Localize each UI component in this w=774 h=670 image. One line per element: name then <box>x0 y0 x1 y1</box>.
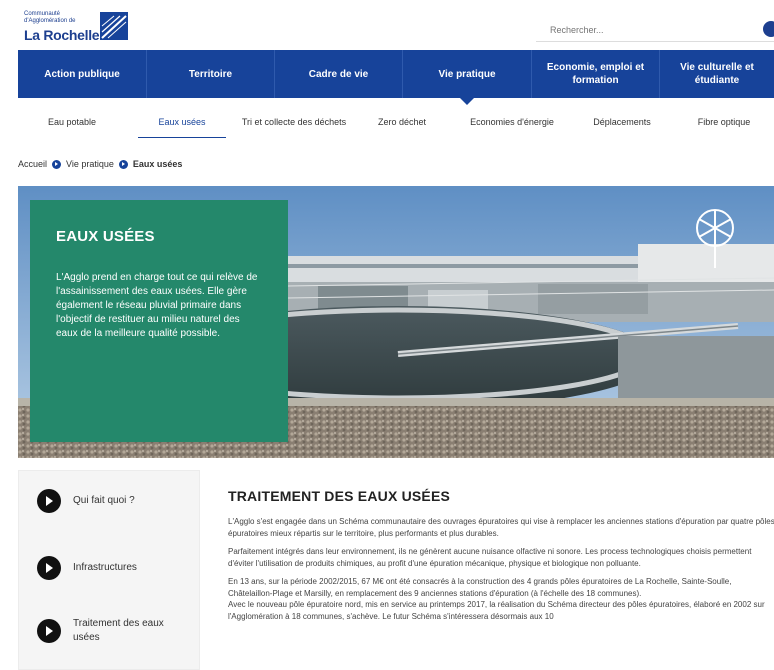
search-input[interactable] <box>536 19 736 41</box>
breadcrumb-separator-icon <box>118 159 128 169</box>
side-menu-item-traitement-eaux-usees[interactable]: Traitement des eaux usées <box>19 617 201 645</box>
search-bar <box>536 18 774 42</box>
subnav-item-economies-energie[interactable]: Economies d'énergie <box>454 104 570 140</box>
subnav-item-deplacements[interactable]: Déplacements <box>570 104 674 140</box>
hero-intro-text: L'Agglo prend en charge tout ce qui relè… <box>56 272 258 339</box>
nav-item-action-publique[interactable]: Action publique <box>18 50 147 98</box>
site-logo[interactable]: Communauté d'Agglomération de La Rochell… <box>18 8 138 44</box>
arrow-right-circle-icon <box>37 619 61 643</box>
breadcrumb: Accueil Vie pratique Eaux usées <box>18 157 182 171</box>
site-header: Communauté d'Agglomération de La Rochell… <box>0 0 774 50</box>
side-menu-item-qui-fait-quoi[interactable]: Qui fait quoi ? <box>19 489 201 513</box>
side-menu-item-label: Traitement des eaux usées <box>73 618 164 643</box>
nav-item-vie-culturelle-etudiante[interactable]: Vie culturelle et étudiante <box>660 50 774 98</box>
search-button[interactable] <box>763 21 774 37</box>
side-menu-item-label: Infrastructures <box>73 562 137 573</box>
breadcrumb-section[interactable]: Vie pratique <box>66 159 114 169</box>
logo-line-3: La Rochelle <box>24 27 100 43</box>
subnav-item-eau-potable[interactable]: Eau potable <box>18 104 126 140</box>
nav-item-economie-emploi-formation[interactable]: Economie, emploi et formation <box>532 50 660 98</box>
arrow-right-circle-icon <box>37 556 61 580</box>
logo-line-1: Communauté <box>24 11 61 17</box>
page-title: EAUX USÉES <box>56 228 155 245</box>
logo-line-2: d'Agglomération de <box>24 18 76 24</box>
content-paragraph-4: Avec le nouveau pôle épuratoire nord, mi… <box>228 600 765 621</box>
subnav-item-tri-collecte-dechets[interactable]: Tri et collecte des déchets <box>238 104 350 140</box>
logo-mark-icon <box>100 12 128 40</box>
subnav-item-fibre-optique[interactable]: Fibre optique <box>674 104 774 140</box>
sub-navigation: Eau potable Eaux usées Tri et collecte d… <box>18 104 774 140</box>
nav-item-cadre-de-vie[interactable]: Cadre de vie <box>275 50 403 98</box>
nav-item-territoire[interactable]: Territoire <box>147 50 275 98</box>
side-menu-item-infrastructures[interactable]: Infrastructures <box>19 556 201 580</box>
content-paragraph-1: L'Agglo s'est engagée dans un Schéma com… <box>228 517 774 538</box>
breadcrumb-separator-icon <box>52 159 62 169</box>
breadcrumb-current: Eaux usées <box>132 159 183 169</box>
subnav-item-eaux-usees[interactable]: Eaux usées <box>126 104 238 140</box>
subnav-item-zero-dechet[interactable]: Zero déchet <box>350 104 454 140</box>
side-menu: Qui fait quoi ? Infrastructures Traiteme… <box>18 470 200 670</box>
side-menu-item-label: Qui fait quoi ? <box>73 495 135 506</box>
section-title: TRAITEMENT DES EAUX USÉES <box>228 488 451 504</box>
hero-card: EAUX USÉES L'Agglo prend en charge tout … <box>30 200 288 442</box>
main-navigation: Action publique Territoire Cadre de vie … <box>18 50 774 105</box>
breadcrumb-home[interactable]: Accueil <box>18 159 47 169</box>
arrow-right-circle-icon <box>37 489 61 513</box>
content-paragraph-2: Parfaitement intégrés dans leur environn… <box>228 547 752 568</box>
content-paragraph-3: En 13 ans, sur la période 2002/2015, 67 … <box>228 577 732 598</box>
main-content: TRAITEMENT DES EAUX USÉES L'Agglo s'est … <box>212 470 774 670</box>
nav-item-vie-pratique[interactable]: Vie pratique <box>403 50 532 105</box>
